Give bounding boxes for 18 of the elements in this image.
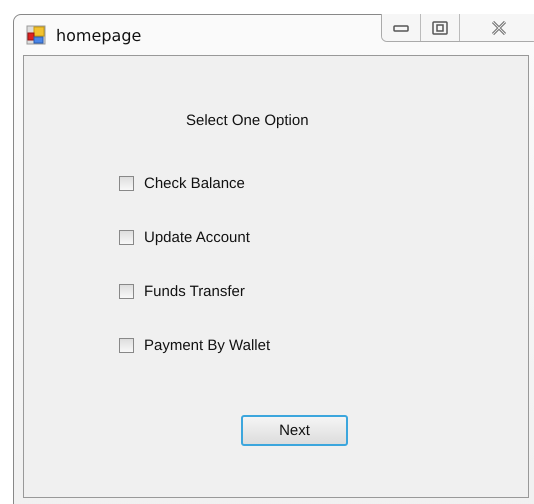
maximize-button[interactable]: [421, 14, 460, 41]
option-label: Update Account: [144, 228, 250, 246]
prompt-label: Select One Option: [186, 112, 309, 129]
checkbox[interactable]: [119, 338, 134, 352]
next-button[interactable]: Next: [241, 415, 348, 446]
checkbox[interactable]: [119, 176, 134, 190]
restore-icon: [432, 20, 448, 34]
option-label: Payment By Wallet: [144, 336, 270, 354]
checkbox[interactable]: [119, 284, 134, 298]
checkbox[interactable]: [119, 230, 134, 244]
close-icon: [491, 20, 507, 34]
option-label: Funds Transfer: [144, 282, 245, 300]
app-icon: [26, 25, 46, 45]
minimize-icon: [393, 24, 409, 32]
option-label: Check Balance: [144, 174, 245, 192]
window-title: homepage: [56, 26, 142, 44]
minimize-button[interactable]: [382, 14, 421, 41]
close-button[interactable]: [460, 14, 534, 41]
